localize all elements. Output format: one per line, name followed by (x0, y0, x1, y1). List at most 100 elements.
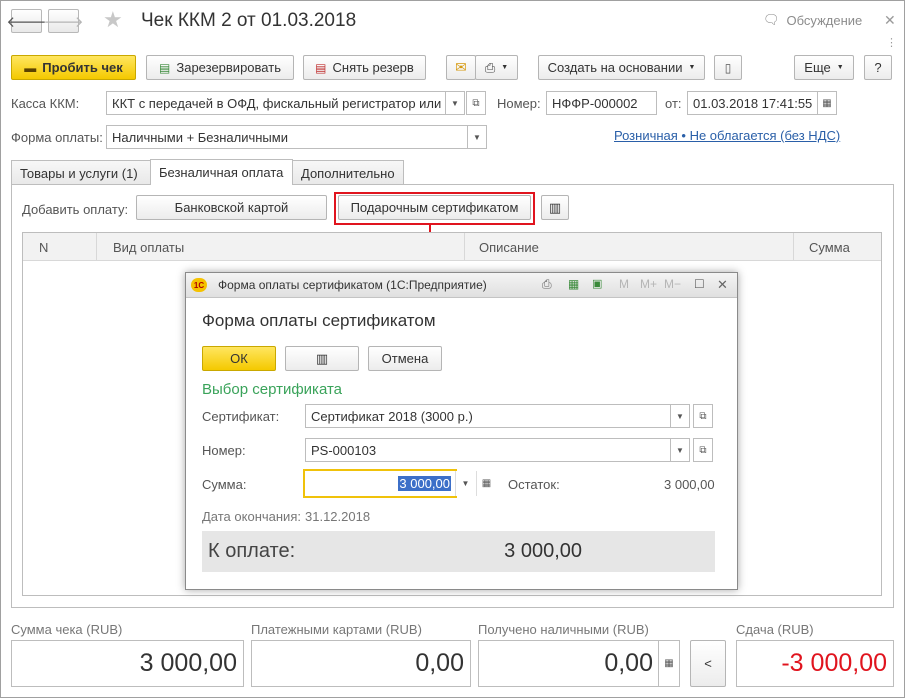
expiry-label: Дата окончания: (202, 509, 301, 524)
certificate-dropdown[interactable]: ▼ (670, 404, 690, 428)
number-label: Номер: (497, 96, 541, 111)
chevron-down-icon: ▼ (836, 64, 844, 71)
payform-dropdown[interactable]: ▼ (467, 125, 487, 149)
tab-additional[interactable]: Дополнительно (292, 160, 404, 185)
punch-check-button[interactable]: ▬ Пробить чек (11, 55, 136, 80)
number-field[interactable]: НФФР-000002 (546, 91, 657, 115)
report-button[interactable]: ▯ (714, 55, 742, 80)
chevron-down-icon: ▼ (451, 98, 459, 108)
column-sum[interactable]: Сумма (794, 233, 881, 261)
calculator-icon: ▦ (481, 478, 492, 489)
tab-goods[interactable]: Товары и услуги (1) (11, 160, 151, 185)
cash-calculator-button[interactable]: ▦ (658, 640, 680, 687)
envelope-icon: ✉ (455, 59, 467, 75)
reserve-icon: ▤ (159, 60, 171, 75)
dialog-heading: Форма оплаты сертификатом (202, 311, 436, 330)
add-payment-label: Добавить оплату: (22, 202, 129, 217)
unreserve-button[interactable]: ▤ Снять резерв (303, 55, 426, 80)
tab-noncash-payment[interactable]: Безналичная оплата (150, 159, 293, 185)
print-button[interactable]: ⎙ ▼ (475, 55, 518, 80)
change-value: -3 000,00 (736, 640, 894, 687)
sum-value: 3 000,00 (398, 476, 451, 491)
to-pay-label: К оплате: (208, 540, 296, 562)
back-button[interactable]: 🡐 (6, 9, 47, 33)
kassa-open-button[interactable]: ⧉ (466, 91, 486, 115)
cash-register-icon: ▬ (24, 60, 37, 75)
calendar-icon: ▦ (822, 97, 832, 109)
column-payment-type[interactable]: Вид оплаты (97, 233, 465, 261)
dialog-titlebar: 1C Форма оплаты сертификатом (1С:Предпри… (186, 273, 737, 298)
open-icon: ⧉ (699, 410, 707, 422)
expiry-value: 31.12.2018 (305, 509, 371, 524)
close-icon[interactable]: ✕ (717, 277, 728, 293)
back-fill-button[interactable]: < (690, 640, 726, 687)
num-label: Номер: (202, 443, 246, 458)
certificate-open-button[interactable]: ⧉ (693, 404, 713, 428)
memory-minus-button[interactable]: M− (664, 277, 681, 291)
maximize-icon[interactable]: ☐ (694, 277, 705, 291)
calendar-icon[interactable]: ▣ (592, 277, 602, 290)
create-based-button[interactable]: Создать на основании ▼ (538, 55, 705, 80)
arrow-right-icon: 🡒 (43, 13, 84, 31)
reserve-button[interactable]: ▤ Зарезервировать (146, 55, 294, 80)
calculator-button[interactable]: ▦ (476, 471, 496, 496)
balance-value: 3 000,00 (664, 477, 715, 492)
forward-button[interactable]: 🡒 (43, 9, 84, 33)
sum-label: Сумма: (202, 477, 247, 492)
bank-card-button[interactable]: Банковской картой (136, 195, 327, 220)
payform-field[interactable]: Наличными + Безналичными (106, 125, 468, 149)
column-description[interactable]: Описание (465, 233, 794, 261)
date-field[interactable]: 01.03.2018 17:41:55 (687, 91, 818, 115)
star-icon[interactable]: ★ (103, 8, 123, 32)
chevron-down-icon: ▼ (461, 479, 470, 488)
ok-button[interactable]: ОК (202, 346, 276, 371)
sum-dropdown[interactable]: ▼ (455, 471, 475, 496)
menu-icon[interactable]: ⋮ (886, 36, 897, 49)
cards-value: 0,00 (251, 640, 471, 687)
cash-field[interactable]: 0,00 (478, 640, 659, 687)
discuss-button[interactable]: 🗨 Обсуждение (763, 12, 862, 28)
printer-icon: ⎙ (484, 59, 496, 75)
scan-button[interactable]: ▥ (541, 195, 569, 220)
kassa-field[interactable]: ККТ с передачей в ОФД, фискальный регист… (106, 91, 446, 115)
cert-number-open-button[interactable]: ⧉ (693, 438, 713, 462)
calendar-button[interactable]: ▦ (817, 91, 837, 115)
certificate-field[interactable]: Сертификат 2018 (3000 р.) (305, 404, 671, 428)
chevron-down-icon: ▼ (501, 64, 509, 71)
check-sum-label: Сумма чека (RUB) (11, 622, 123, 637)
help-button[interactable]: ? (864, 55, 892, 80)
certificate-payment-dialog: 1C Форма оплаты сертификатом (1С:Предпри… (185, 272, 738, 590)
date-label: от: (665, 96, 682, 111)
barcode-scan-icon: ▥ (315, 350, 329, 366)
cert-number-field[interactable]: PS-000103 (305, 438, 671, 462)
memory-plus-button[interactable]: M+ (640, 277, 657, 291)
column-n[interactable]: N (23, 233, 97, 261)
email-button[interactable]: ✉ (446, 55, 476, 80)
check-sum-value: 3 000,00 (11, 640, 244, 687)
open-icon: ⧉ (699, 444, 707, 456)
kassa-dropdown[interactable]: ▼ (445, 91, 465, 115)
highlight-frame (334, 192, 535, 225)
dialog-window-title: Форма оплаты сертификатом (1С:Предприяти… (218, 278, 487, 292)
calculator-icon: ▦ (664, 658, 674, 669)
cert-number-dropdown[interactable]: ▼ (670, 438, 690, 462)
cash-label: Получено наличными (RUB) (478, 622, 649, 637)
print-icon[interactable]: ⎙ (542, 277, 552, 292)
balance-label: Остаток: (508, 477, 560, 492)
cards-label: Платежными картами (RUB) (251, 622, 422, 637)
sum-field[interactable]: 3 000,00 (303, 469, 457, 498)
scan-barcode-button[interactable]: ▥ (285, 346, 359, 371)
memory-button[interactable]: M (619, 277, 629, 291)
more-button[interactable]: Еще ▼ (794, 55, 854, 80)
payform-label: Форма оплаты: (11, 130, 103, 145)
to-pay-panel: К оплате: 3 000,00 (202, 531, 715, 572)
page-title: Чек ККМ 2 от 01.03.2018 (141, 10, 357, 31)
chevron-down-icon: ▼ (676, 411, 684, 421)
to-pay-value: 3 000,00 (504, 540, 582, 562)
change-label: Сдача (RUB) (736, 622, 814, 637)
onec-logo-icon: 1C (191, 278, 207, 292)
spreadsheet-icon[interactable]: ▦ (568, 277, 579, 291)
tax-link[interactable]: Розничная • Не облагается (без НДС) (614, 128, 840, 143)
cancel-button[interactable]: Отмена (368, 346, 442, 371)
close-icon[interactable]: ✕ (884, 12, 896, 29)
